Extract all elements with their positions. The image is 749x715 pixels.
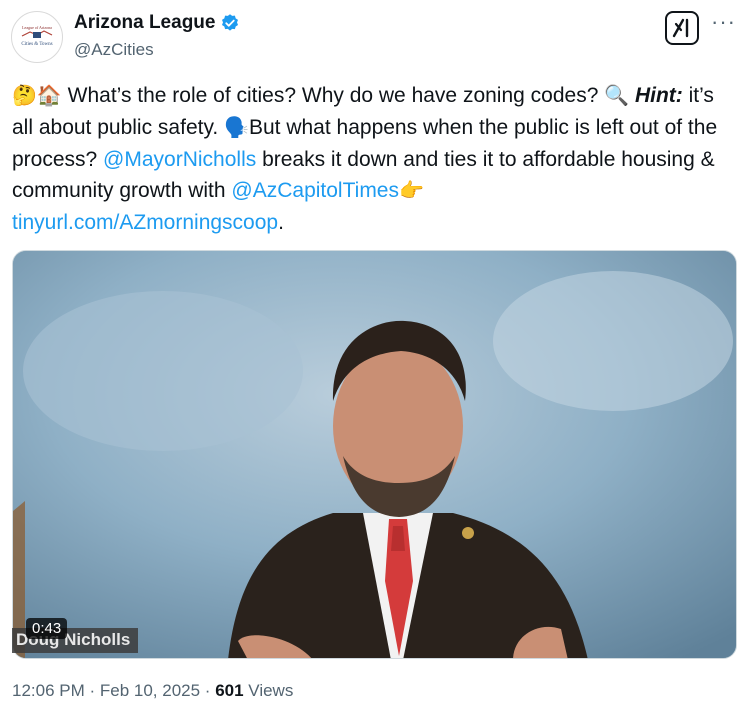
grok-button[interactable]	[665, 11, 699, 45]
league-logo-icon: League of Arizona Cities & Towns	[13, 13, 61, 61]
verified-badge-icon	[222, 14, 239, 31]
speaking-head-emoji: 🗣️	[224, 117, 249, 139]
account-handle[interactable]: @AzCities	[74, 40, 154, 60]
meta-separator: ·	[200, 681, 216, 700]
video-player[interactable]	[12, 250, 737, 659]
avatar-text: Cities & Towns	[21, 42, 52, 47]
more-options-icon[interactable]: ···	[711, 11, 736, 33]
mention-mayor-nicholls[interactable]: @MayorNicholls	[103, 148, 256, 171]
meta-separator: ·	[84, 681, 100, 700]
tweet-date[interactable]: Feb 10, 2025	[100, 681, 200, 700]
account-name-row[interactable]: Arizona League	[74, 12, 240, 34]
video-frame	[13, 251, 736, 658]
avatar-subtext: League of Arizona	[22, 25, 52, 30]
tweet-meta: 12:06 PM · Feb 10, 2025 · 601 Views	[12, 681, 293, 701]
views-label: Views	[243, 681, 294, 700]
hint-label: Hint:	[634, 84, 683, 107]
account-name[interactable]: Arizona League	[74, 12, 215, 34]
tweet-link[interactable]: tinyurl.com/AZmorningscoop	[12, 211, 278, 234]
views-count: 601	[215, 681, 244, 700]
tweet-time[interactable]: 12:06 PM	[12, 681, 85, 700]
grok-icon	[672, 18, 689, 38]
tweet-text: 🤔🏠 What’s the role of cities? Why do we …	[12, 80, 740, 238]
tweet-text-part1: What’s the role of cities? Why do we hav…	[61, 84, 605, 107]
thinking-house-emoji: 🤔🏠	[12, 85, 62, 107]
tweet-text-part5: .	[278, 211, 284, 234]
mention-azcapitoltimes[interactable]: @AzCapitolTimes	[231, 179, 399, 202]
video-duration: 0:43	[26, 618, 68, 639]
pointing-hand-emoji: 👉	[399, 180, 424, 202]
magnifier-emoji: 🔍	[604, 85, 630, 107]
account-avatar[interactable]: League of Arizona Cities & Towns	[11, 11, 63, 63]
